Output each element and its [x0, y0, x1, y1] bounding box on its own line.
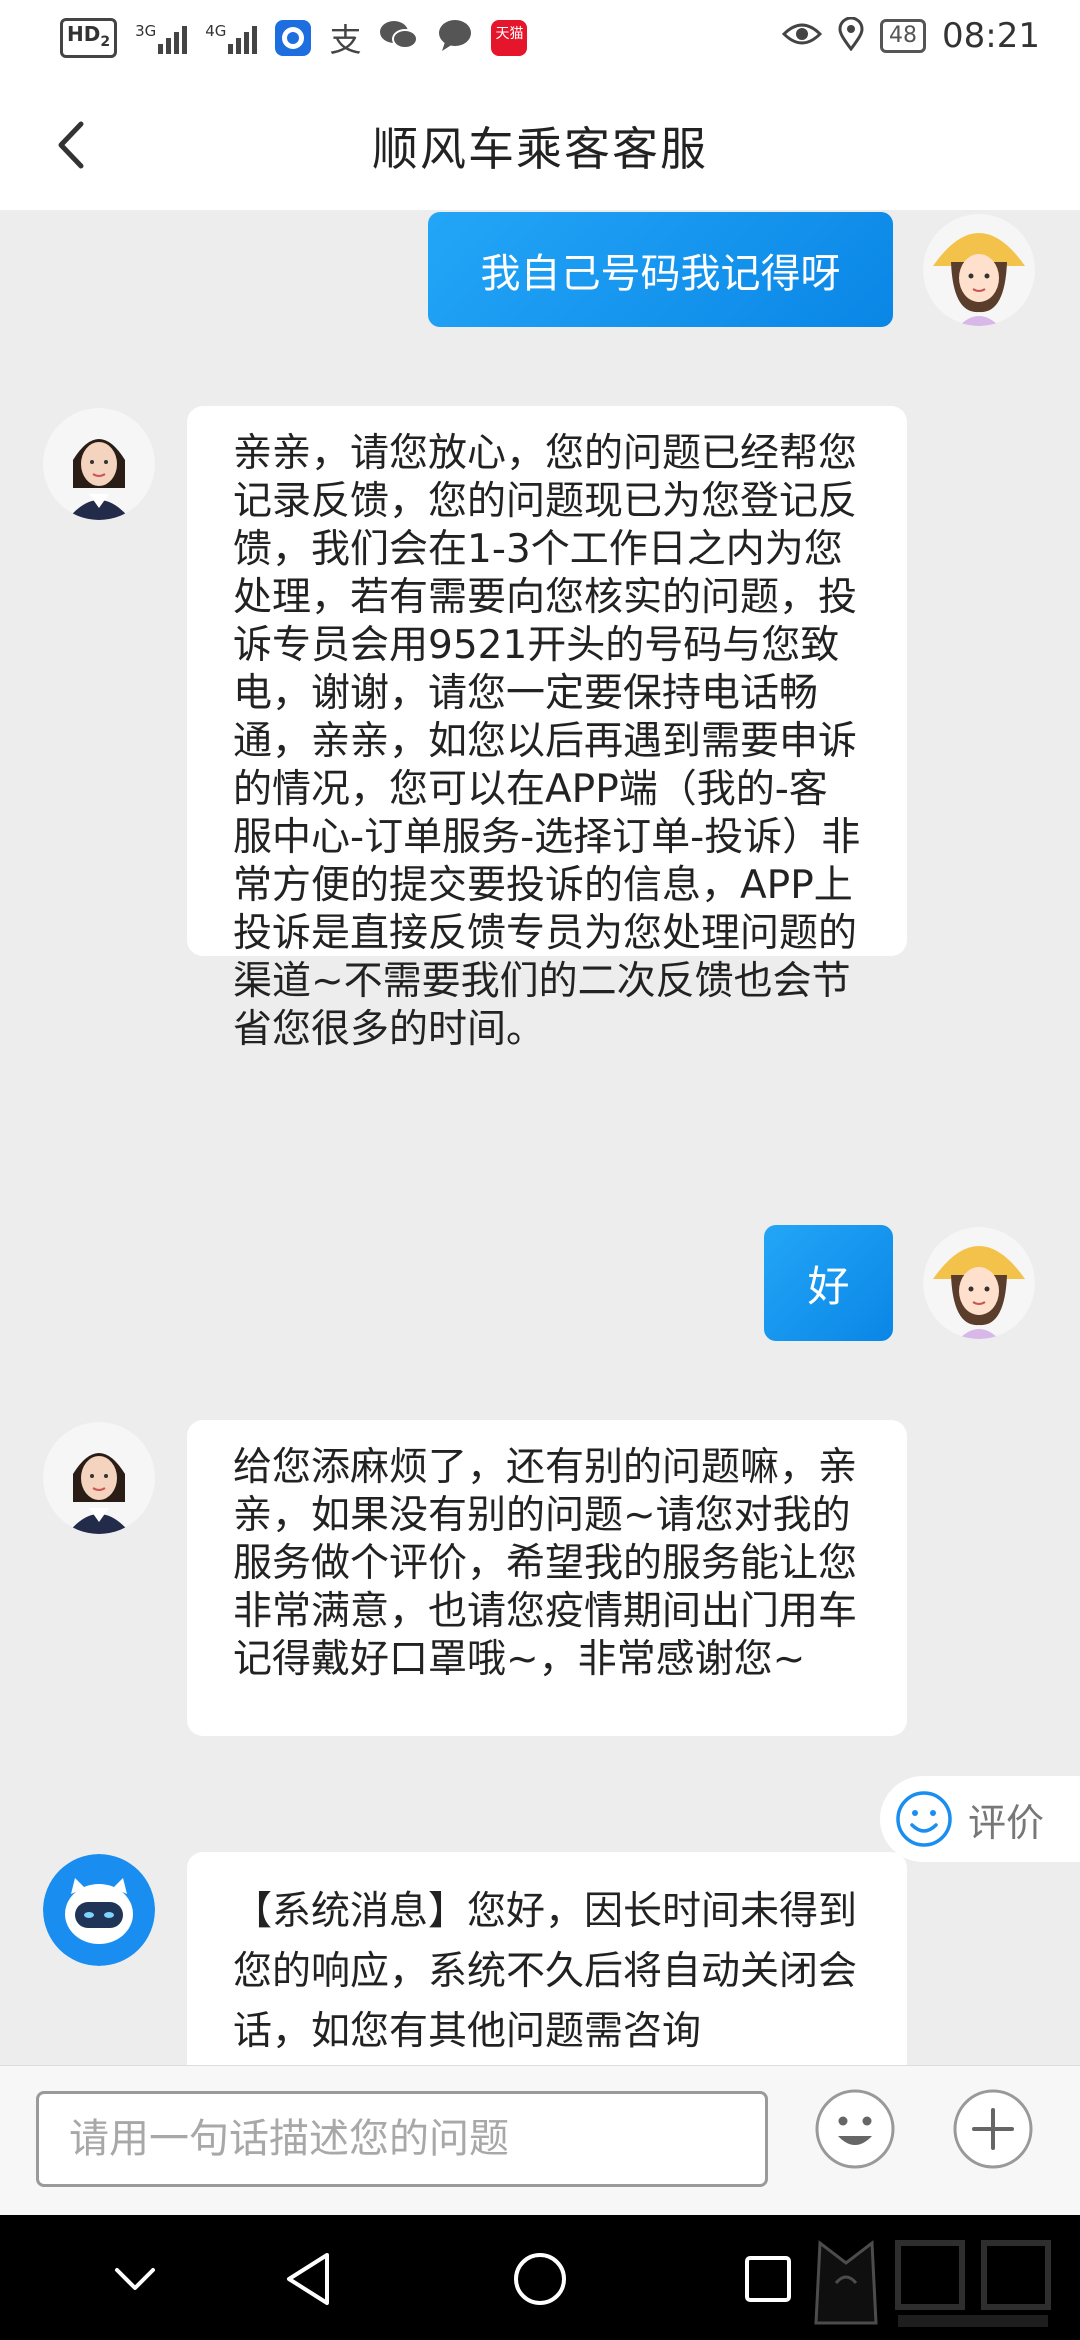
agent-message-text: 亲亲，请您放心，您的问题已经帮您记录反馈，您的问题现已为您登记反馈，我们会在1-…: [233, 431, 861, 1052]
smiley-icon: [896, 1791, 952, 1847]
nav-recents-button[interactable]: [728, 2239, 808, 2319]
message-icon: [437, 18, 473, 58]
circle-home-icon: [514, 2253, 566, 2305]
nav-hide-button[interactable]: [95, 2239, 175, 2319]
hd-voice-icon: HD2: [60, 18, 118, 58]
battery-icon: 48: [880, 19, 927, 53]
rate-service-button[interactable]: 评价: [880, 1776, 1080, 1862]
agent-message-bubble: 给您添麻烦了，还有别的问题嘛，亲亲，如果没有别的问题~请您对我的服务做个评价，希…: [187, 1420, 907, 1736]
alipay-icon: 支: [329, 21, 362, 59]
signal-4g-icon: 4G: [205, 22, 258, 54]
tmall-app-icon: 天猫: [491, 20, 528, 56]
agent-avatar: [43, 1422, 155, 1534]
user-avatar: [923, 1227, 1035, 1339]
emoji-icon: [815, 2089, 895, 2169]
page-title: 顺风车乘客客服: [372, 122, 708, 176]
nav-home-button[interactable]: [500, 2239, 580, 2319]
clock: 08:21: [942, 16, 1040, 56]
agent-message-text: 给您添麻烦了，还有别的问题嘛，亲亲，如果没有别的问题~请您对我的服务做个评价，希…: [233, 1445, 858, 1682]
system-message-bubble: 【系统消息】您好，因长时间未得到您的响应，系统不久后将自动关闭会话，如您有其他问…: [187, 1852, 907, 2065]
emoji-button[interactable]: [814, 2088, 896, 2170]
system-nav-bar: [0, 2215, 1080, 2340]
status-bar: HD2 3G 4G 支 天猫 48 08:21: [0, 0, 1080, 75]
user-message-bubble: 我自己号码我记得呀: [428, 212, 893, 327]
agent-avatar: [43, 408, 155, 520]
triangle-back-icon: [287, 2253, 329, 2305]
system-message-text: 【系统消息】您好，因长时间未得到您的响应，系统不久后将自动关闭会话，如您有其他问…: [233, 1889, 858, 2054]
chevron-down-icon: [115, 2268, 155, 2290]
input-bar: [0, 2065, 1080, 2216]
nav-back-button[interactable]: [268, 2239, 348, 2319]
more-options-button[interactable]: [952, 2088, 1034, 2170]
bot-avatar: [43, 1854, 155, 1966]
user-message-bubble: 好: [764, 1225, 893, 1341]
baidu-app-icon: [275, 20, 312, 56]
rate-label: 评价: [968, 1800, 1045, 1845]
agent-message-bubble: 亲亲，请您放心，您的问题已经帮您记录反馈，您的问题现已为您登记反馈，我们会在1-…: [187, 406, 907, 1052]
blackcat-watermark: [806, 2223, 1076, 2335]
plus-icon: [953, 2089, 1033, 2169]
wechat-icon: [379, 18, 419, 58]
signal-3g-icon: 3G: [135, 22, 188, 54]
message-input[interactable]: [36, 2091, 768, 2187]
location-icon: [838, 16, 864, 55]
chat-header: 顺风车乘客客服: [0, 75, 1080, 210]
eye-comfort-icon: [781, 20, 823, 52]
black-cat-logo-icon: [814, 2240, 1051, 2327]
chat-messages: 我自己号码我记得呀 亲亲，请您放心，您的问题已经帮您记录反馈，您的问题现已为您登…: [0, 210, 1080, 2065]
square-recents-icon: [745, 2256, 791, 2302]
user-avatar: [923, 214, 1035, 326]
